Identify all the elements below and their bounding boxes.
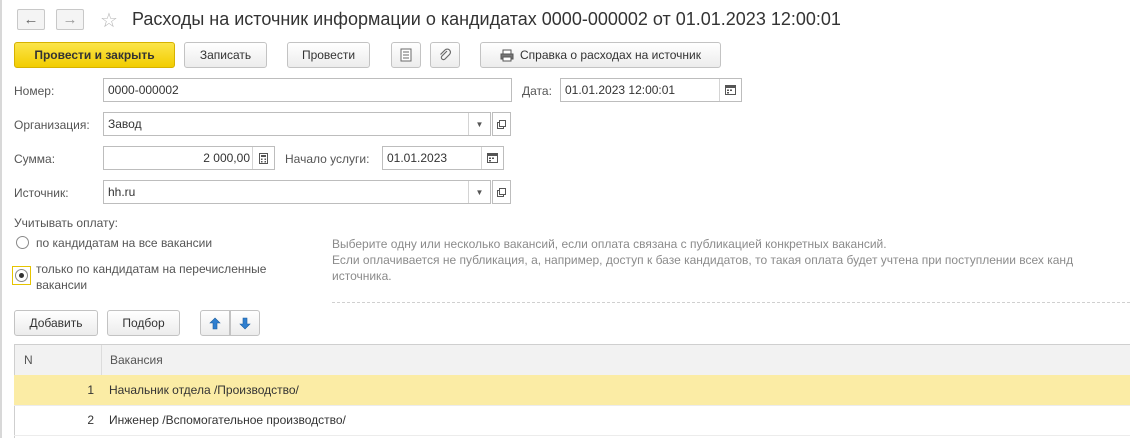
service-start-field[interactable]: 01.01.2023 bbox=[382, 146, 504, 170]
open-window-icon bbox=[497, 187, 506, 197]
forward-button[interactable]: → bbox=[56, 9, 84, 30]
hint-line-1: Выберите одну или несколько вакансий, ес… bbox=[332, 237, 887, 251]
service-start-value: 01.01.2023 bbox=[387, 151, 448, 165]
organization-open-button[interactable] bbox=[492, 112, 511, 136]
row-vacancy: Инженер /Вспомогательное производство/ bbox=[109, 413, 346, 427]
radio-listed-vacancies-label-line1[interactable]: только по кандидатам на перечисленные bbox=[36, 262, 266, 276]
attachments-button[interactable] bbox=[430, 42, 460, 68]
radio-all-vacancies-label[interactable]: по кандидатам на все вакансии bbox=[36, 236, 212, 250]
row-number: 2 bbox=[87, 413, 94, 427]
date-field[interactable]: 01.01.2023 12:00:01 bbox=[560, 78, 742, 102]
arrow-down-icon bbox=[239, 317, 251, 329]
service-start-label: Начало услуги: bbox=[285, 152, 370, 166]
calendar-icon[interactable] bbox=[719, 79, 741, 101]
number-label: Номер: bbox=[14, 84, 55, 98]
paperclip-icon bbox=[440, 48, 452, 61]
organization-value: Завод bbox=[108, 117, 142, 131]
back-button[interactable]: ← bbox=[17, 9, 45, 30]
add-row-button[interactable]: Добавить bbox=[14, 310, 98, 336]
hint-line-3: источника. bbox=[332, 269, 392, 283]
column-header-vacancy[interactable]: Вакансия bbox=[110, 353, 163, 367]
payment-mode-label: Учитывать оплату: bbox=[14, 216, 118, 230]
pick-button[interactable]: Подбор bbox=[107, 310, 180, 336]
source-label: Источник: bbox=[14, 186, 69, 200]
arrow-up-icon bbox=[209, 317, 221, 329]
post-and-close-button[interactable]: Провести и закрыть bbox=[14, 42, 175, 68]
table-row[interactable]: 2 Инженер /Вспомогательное производство/ bbox=[14, 405, 1130, 436]
arrow-left-icon: ← bbox=[23, 11, 39, 28]
column-divider bbox=[101, 345, 102, 375]
organization-field[interactable]: Завод ▼ bbox=[103, 112, 491, 136]
report-button[interactable]: Справка о расходах на источник bbox=[480, 42, 721, 68]
hint-line-2: Если оплачивается не публикация, а, напр… bbox=[332, 253, 1074, 267]
table-row[interactable]: 1 Начальник отдела /Производство/ bbox=[14, 375, 1130, 406]
document-list-icon bbox=[400, 48, 412, 62]
radio-all-vacancies[interactable] bbox=[16, 236, 29, 249]
structure-button[interactable] bbox=[391, 42, 421, 68]
radio-listed-vacancies[interactable] bbox=[15, 269, 28, 282]
column-header-n[interactable]: N bbox=[24, 353, 33, 367]
radio-listed-vacancies-label-line2[interactable]: вакансии bbox=[36, 278, 87, 292]
organization-label: Организация: bbox=[14, 118, 90, 132]
move-up-button[interactable] bbox=[200, 310, 230, 336]
number-field[interactable]: 0000-000002 bbox=[103, 78, 512, 102]
date-value: 01.01.2023 12:00:01 bbox=[565, 83, 676, 97]
table-header: N Вакансия bbox=[14, 344, 1130, 376]
sum-field[interactable]: 2 000,00 bbox=[103, 146, 275, 170]
date-label: Дата: bbox=[522, 84, 552, 98]
source-value: hh.ru bbox=[108, 185, 136, 199]
post-button[interactable]: Провести bbox=[287, 42, 370, 68]
open-window-icon bbox=[497, 119, 506, 129]
sum-label: Сумма: bbox=[14, 152, 56, 166]
favorite-star-icon[interactable]: ☆ bbox=[100, 8, 118, 33]
dropdown-arrow-icon[interactable]: ▼ bbox=[468, 113, 490, 135]
number-value: 0000-000002 bbox=[108, 83, 179, 97]
page-title: Расходы на источник информации о кандида… bbox=[132, 9, 841, 29]
window-left-border bbox=[0, 0, 2, 438]
report-button-label: Справка о расходах на источник bbox=[520, 48, 701, 62]
row-vacancy: Начальник отдела /Производство/ bbox=[109, 383, 299, 397]
save-button[interactable]: Записать bbox=[184, 42, 267, 68]
printer-icon bbox=[500, 49, 514, 61]
row-number: 1 bbox=[87, 383, 94, 397]
sum-value: 2 000,00 bbox=[203, 151, 250, 165]
section-separator bbox=[332, 302, 1130, 303]
move-down-button[interactable] bbox=[230, 310, 260, 336]
arrow-right-icon: → bbox=[62, 11, 78, 28]
source-open-button[interactable] bbox=[492, 180, 511, 204]
calendar-icon[interactable] bbox=[481, 147, 503, 169]
dropdown-arrow-icon[interactable]: ▼ bbox=[468, 181, 490, 203]
source-field[interactable]: hh.ru ▼ bbox=[103, 180, 491, 204]
calculator-icon[interactable] bbox=[252, 147, 274, 169]
